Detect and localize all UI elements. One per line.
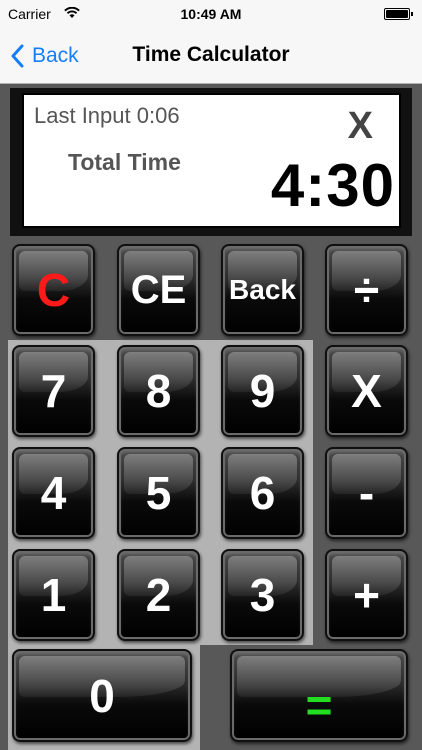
multiply-button-label: X (351, 365, 382, 417)
digit-3-label: 3 (249, 569, 276, 621)
digit-4-label: 4 (40, 467, 67, 519)
plus-button-label: + (353, 569, 380, 621)
multiply-button[interactable]: X (325, 345, 408, 437)
clear-button[interactable]: C (12, 244, 95, 336)
total-time-label: Total Time (68, 149, 181, 175)
digit-9-label: 9 (249, 365, 276, 417)
digit-6-label: 6 (249, 467, 276, 519)
status-time: 10:49 AM (180, 6, 242, 22)
digit-8-label: 8 (145, 365, 172, 417)
backspace-button-label: Back (229, 274, 296, 305)
equals-button[interactable]: = (230, 649, 408, 742)
equals-button-label: = (305, 678, 333, 731)
status-bar: Carrier 10:49 AM (0, 0, 422, 28)
plus-button[interactable]: + (325, 549, 408, 641)
digit-8-button[interactable]: 8 (117, 345, 200, 437)
divide-button[interactable]: ÷ (325, 244, 408, 336)
navigation-bar: Back Time Calculator (0, 28, 422, 84)
digit-5-label: 5 (145, 467, 172, 519)
minus-button[interactable]: - (325, 447, 408, 539)
digit-1-button[interactable]: 1 (12, 549, 95, 641)
digit-2-button[interactable]: 2 (117, 549, 200, 641)
clear-entry-button[interactable]: CE (117, 244, 200, 336)
digit-5-button[interactable]: 5 (117, 447, 200, 539)
clear-entry-button-label: CE (130, 267, 187, 312)
battery-icon (384, 8, 413, 20)
digit-9-button[interactable]: 9 (221, 345, 304, 437)
digit-1-label: 1 (40, 569, 67, 621)
digit-2-label: 2 (145, 569, 172, 621)
clear-button-label: C (36, 264, 71, 316)
page-title: Time Calculator (132, 43, 290, 66)
digit-4-button[interactable]: 4 (12, 447, 95, 539)
calculator-display: Last Input 0:06 Total Time X 4:30 (22, 93, 401, 228)
backspace-button[interactable]: Back (221, 244, 304, 336)
digit-3-button[interactable]: 3 (221, 549, 304, 641)
digit-7-label: 7 (40, 365, 67, 417)
result-value: 4:30 (270, 152, 395, 219)
digit-7-button[interactable]: 7 (12, 345, 95, 437)
operator-indicator: X (347, 105, 373, 147)
digit-0-button[interactable]: 0 (12, 649, 192, 742)
last-input-text: Last Input 0:06 (34, 103, 180, 128)
digit-0-label: 0 (89, 669, 115, 722)
digit-6-button[interactable]: 6 (221, 447, 304, 539)
minus-button-label: - (358, 467, 375, 519)
divide-button-label: ÷ (353, 264, 380, 316)
